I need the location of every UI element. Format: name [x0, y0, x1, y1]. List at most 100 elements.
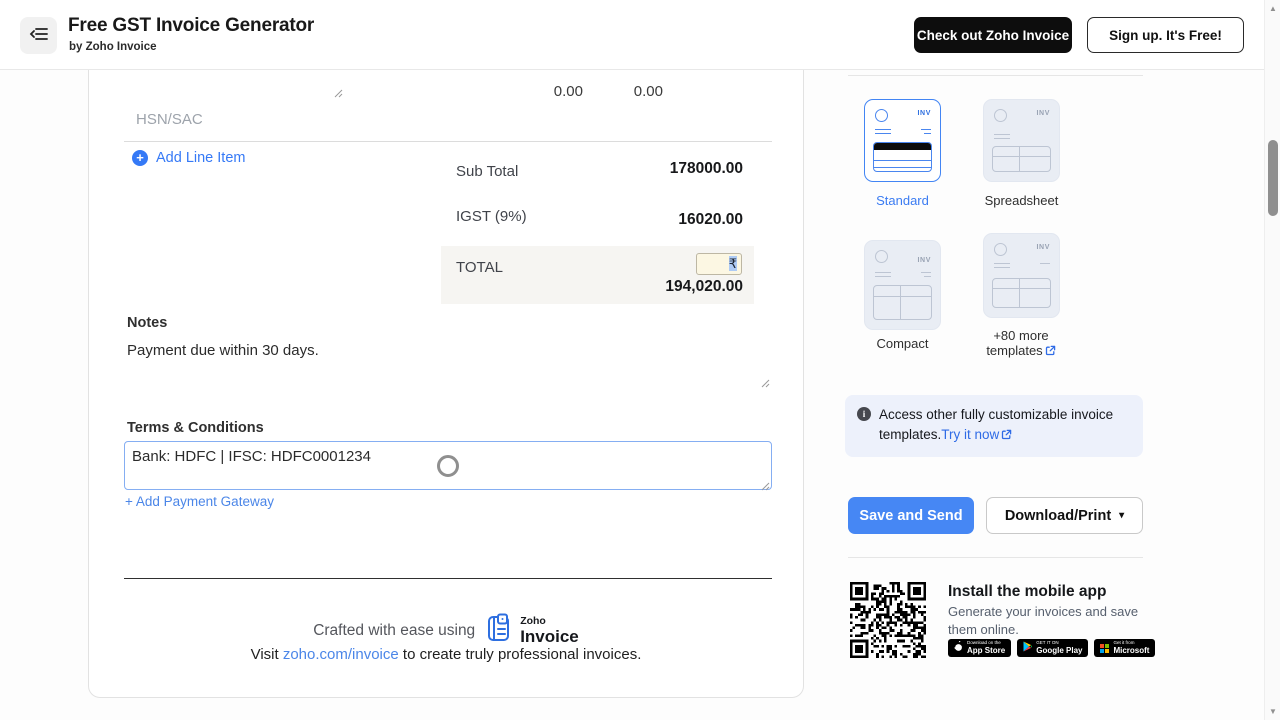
add-payment-gateway-link[interactable]: + Add Payment Gateway [125, 494, 274, 509]
checkout-zoho-invoice-button[interactable]: Check out Zoho Invoice [914, 17, 1072, 53]
visit-line: Visit zoho.com/invoice to create truly p… [89, 646, 803, 663]
template-spreadsheet-thumbnail[interactable]: INV [983, 99, 1060, 182]
total-row: TOTAL ₹ 194,020.00 [441, 246, 754, 304]
scrollbar-thumb[interactable] [1268, 140, 1278, 216]
line-decoration [994, 134, 1010, 135]
line-decoration [875, 129, 891, 130]
line-decoration [875, 133, 891, 134]
line-decoration [994, 263, 1010, 264]
add-line-item-link[interactable]: + Add Line Item [132, 150, 245, 166]
inv-label: INV [1036, 244, 1050, 251]
line-decoration [921, 272, 931, 273]
template-standard-label[interactable]: Standard [864, 193, 941, 208]
microsoft-badge[interactable]: Get it from Microsoft [1094, 639, 1156, 657]
templates-info-box: i Access other fully customizable invoic… [845, 395, 1143, 457]
badge-line2: Google Play [1036, 645, 1083, 655]
table-line [899, 286, 901, 319]
table-line [1018, 279, 1020, 307]
terms-label: Terms & Conditions [127, 420, 264, 436]
table-line [874, 160, 931, 161]
currency-symbol: ₹ [728, 256, 737, 271]
line-decoration [921, 129, 931, 130]
template-standard-thumbnail[interactable]: INV [864, 99, 941, 182]
logo-zoho-text: Zoho [520, 615, 546, 628]
microsoft-icon [1100, 643, 1110, 653]
qr-code [850, 582, 926, 658]
notes-resize-handle[interactable] [760, 375, 770, 388]
table-decoration [992, 278, 1051, 308]
line-item-rate-value[interactable]: 0.00 [519, 83, 583, 100]
line-item-amount-value[interactable]: 0.00 [599, 83, 663, 100]
google-play-badge[interactable]: GET IT ON Google Play [1017, 639, 1089, 657]
dropdown-caret-icon: ▾ [1119, 510, 1125, 521]
scroll-up-icon[interactable]: ▲ [1265, 4, 1280, 13]
add-line-item-label: Add Line Item [156, 150, 246, 166]
avatar-placeholder-icon [994, 109, 1007, 122]
template-more-label[interactable]: +80 more templates [971, 328, 1071, 360]
google-play-icon [1023, 639, 1033, 657]
table-decoration [873, 142, 932, 172]
avatar-placeholder-icon [875, 250, 888, 263]
inv-label: INV [917, 110, 931, 117]
terms-textarea[interactable]: Bank: HDFC | IFSC: HDFC0001234 [124, 441, 772, 491]
template-compact-label[interactable]: Compact [864, 336, 941, 351]
invoice-card: 0.00 0.00 HSN/SAC + Add Line Item Sub To… [88, 34, 804, 698]
badge-line2: Microsoft [1113, 645, 1150, 655]
page-scrollbar[interactable]: ▲ ▼ [1264, 0, 1280, 720]
sidebar-bottom-divider [848, 557, 1143, 558]
table-header-decoration [874, 143, 931, 150]
inv-label: INV [917, 257, 931, 264]
plus-circle-icon: + [132, 150, 148, 166]
sidebar-top-divider [848, 75, 1143, 76]
description-resize-handle[interactable] [333, 85, 343, 98]
free-gst-invoice-generator-page: Free GST Invoice Generator by Zoho Invoi… [0, 0, 1280, 720]
avatar-placeholder-icon [994, 243, 1007, 256]
notes-text: Payment due within 30 days. [127, 342, 319, 359]
line-items-divider [124, 141, 772, 142]
crafted-text: Crafted with ease using [313, 621, 476, 639]
loading-spinner [437, 454, 459, 477]
notes-label: Notes [127, 315, 168, 331]
zoho-invoice-logo: Zoho Invoice [484, 613, 579, 648]
table-line [874, 296, 931, 297]
avatar-placeholder-icon [875, 109, 888, 122]
page-subtitle: by Zoho Invoice [69, 41, 157, 53]
more-templates-line1: +80 more [993, 328, 1049, 343]
collapse-sidebar-button[interactable] [20, 17, 57, 54]
inv-label: INV [1036, 110, 1050, 117]
line-decoration [994, 138, 1010, 139]
zoho-invoice-link[interactable]: zoho.com/invoice [283, 646, 399, 663]
template-compact-thumbnail[interactable]: INV [864, 240, 941, 330]
app-store-badge[interactable]: Download on the App Store [948, 639, 1012, 657]
visit-suffix: to create truly professional invoices. [398, 646, 642, 663]
currency-input[interactable]: ₹ [696, 253, 742, 275]
logo-invoice-text: Invoice [520, 626, 579, 646]
scroll-down-icon[interactable]: ▼ [1265, 707, 1280, 716]
igst-label: IGST (9%) [456, 208, 527, 225]
sub-total-label: Sub Total [456, 163, 519, 180]
terms-resize-handle[interactable] [760, 478, 770, 491]
igst-value: 16020.00 [678, 211, 743, 228]
sub-total-value: 178000.00 [669, 160, 743, 177]
apple-icon [954, 639, 963, 657]
signup-button[interactable]: Sign up. It's Free! [1087, 17, 1244, 53]
crafted-line: Crafted with ease using Zoho Invoice [89, 613, 803, 648]
hsn-sac-input[interactable]: HSN/SAC [136, 111, 336, 128]
template-more-thumbnail[interactable]: INV [983, 233, 1060, 318]
table-line [993, 156, 1050, 157]
footer-divider [124, 578, 772, 579]
visit-prefix: Visit [250, 646, 283, 663]
download-print-button[interactable]: Download/Print ▾ [986, 497, 1143, 534]
line-decoration [875, 272, 891, 273]
try-it-now-link[interactable]: Try it now [941, 427, 999, 442]
line-decoration [994, 267, 1010, 268]
save-and-send-button[interactable]: Save and Send [848, 497, 974, 534]
notes-textarea[interactable]: Payment due within 30 days. [124, 337, 772, 388]
total-label: TOTAL [456, 259, 503, 276]
app-header: Free GST Invoice Generator by Zoho Invoi… [0, 0, 1280, 70]
app-store-badges: Download on the App Store GET IT ON Google… [948, 639, 1156, 657]
table-line [874, 167, 931, 168]
template-spreadsheet-label[interactable]: Spreadsheet [983, 193, 1060, 208]
mobile-app-subtitle: Generate your invoices and save them onl… [948, 604, 1139, 637]
zoho-invoice-logo-icon [484, 613, 514, 648]
